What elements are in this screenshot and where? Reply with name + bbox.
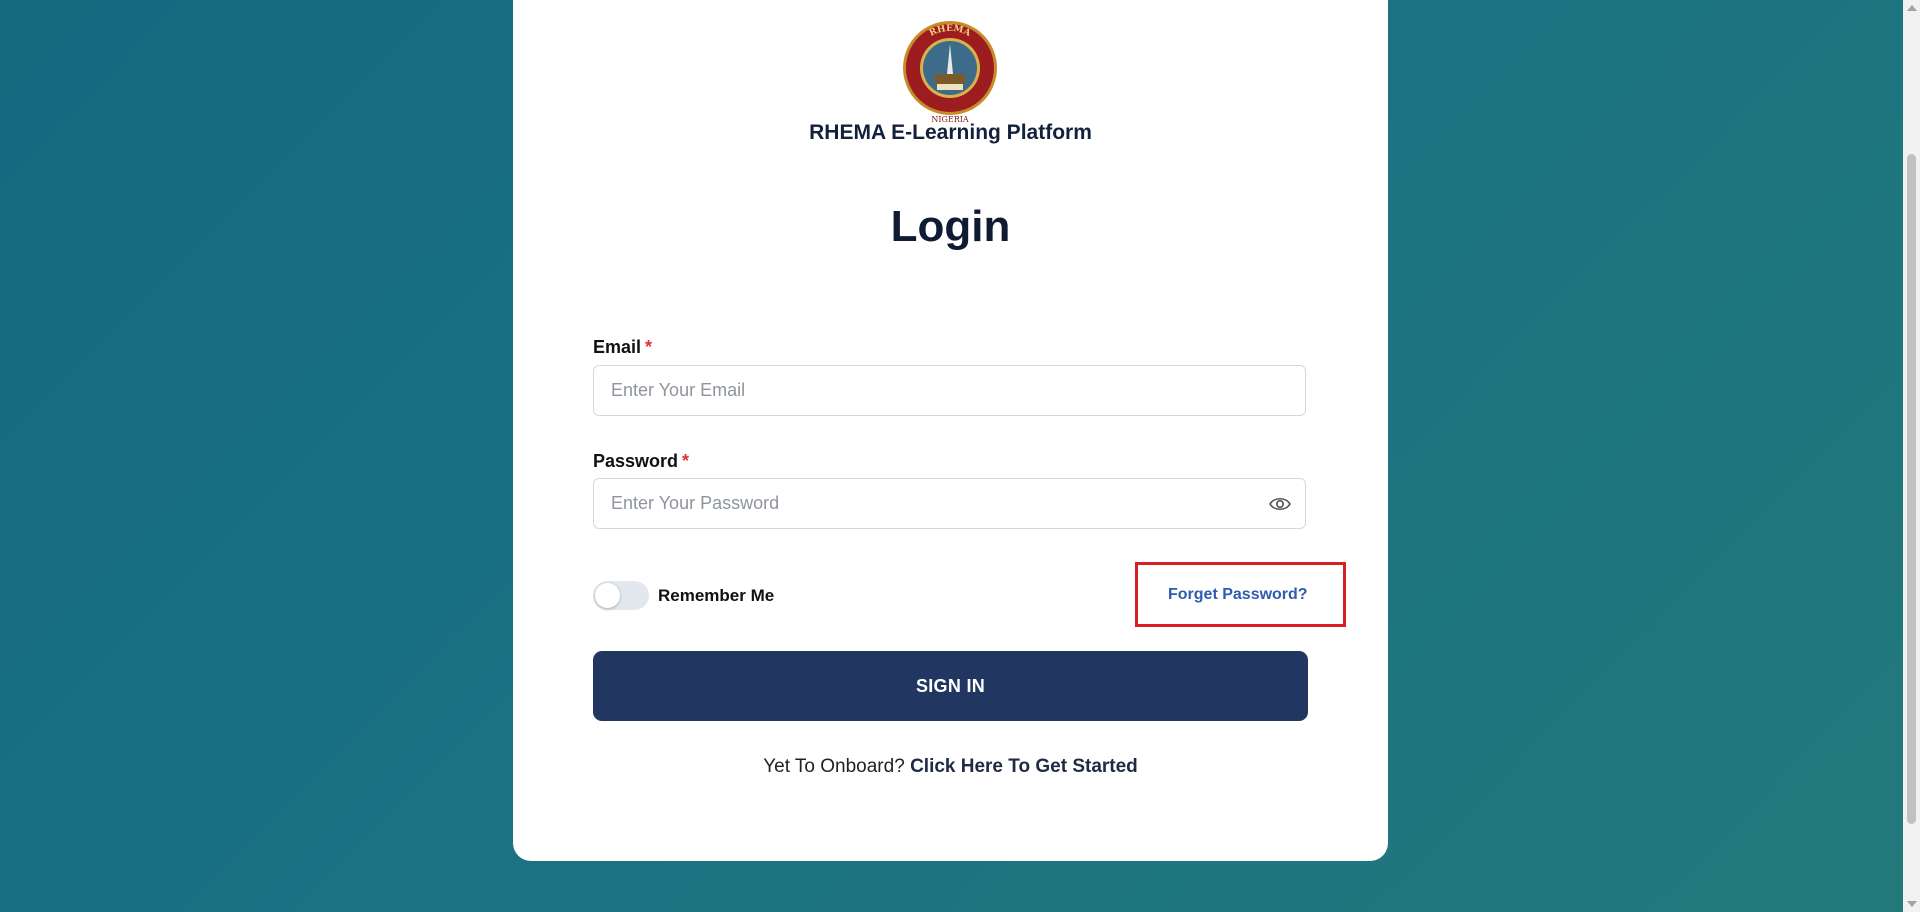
password-field-container (593, 478, 1306, 529)
sign-in-button[interactable]: SIGN IN (593, 651, 1308, 721)
password-label: Password * (593, 451, 689, 472)
login-title: Login (890, 202, 1011, 251)
toggle-knob (595, 583, 620, 608)
eye-icon[interactable] (1269, 494, 1291, 514)
onboard-prompt: Yet To Onboard? Click Here To Get Starte… (513, 756, 1388, 778)
email-input[interactable] (611, 366, 1251, 415)
remember-me-label: Remember Me (658, 586, 775, 605)
scroll-down-arrow-icon[interactable] (1907, 901, 1917, 907)
scroll-up-arrow-icon[interactable] (1907, 5, 1917, 11)
password-input[interactable] (611, 479, 1211, 528)
get-started-link[interactable]: Click Here To Get Started (910, 756, 1138, 777)
email-label: Email * (593, 337, 652, 358)
onboard-prompt-text: Yet To Onboard? (763, 756, 905, 777)
remember-me-toggle[interactable] (593, 581, 649, 610)
rhema-logo: RHEMA NIGERIA (899, 16, 1001, 124)
scroll-thumb[interactable] (1907, 154, 1916, 824)
login-card: RHEMA NIGERIA RHEMA E-Learning Platform … (513, 0, 1388, 861)
platform-title: RHEMA E-Learning Platform (809, 121, 1092, 144)
password-required-mark: * (682, 451, 690, 471)
email-field-container (593, 365, 1306, 416)
email-label-text: Email (593, 337, 642, 357)
password-label-text: Password (593, 451, 679, 471)
vertical-scrollbar[interactable] (1903, 0, 1920, 912)
email-required-mark: * (645, 337, 653, 357)
highlight-box (1135, 562, 1346, 627)
